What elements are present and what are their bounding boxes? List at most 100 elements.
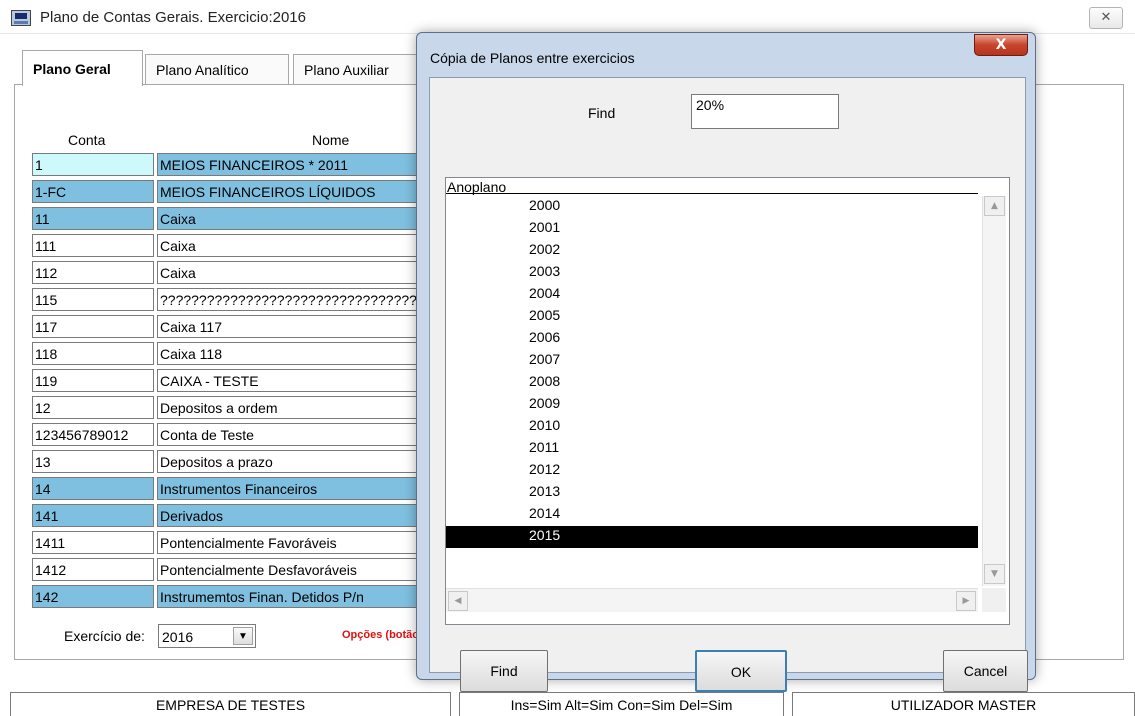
cell-nome[interactable]: MEIOS FINANCEIROS LÍQUIDOS bbox=[157, 180, 422, 203]
find-button[interactable]: Find bbox=[460, 650, 548, 692]
cell-conta[interactable]: 112 bbox=[32, 261, 154, 284]
cell-nome[interactable]: CAIXA - TESTE bbox=[157, 369, 422, 392]
cell-nome[interactable]: Pontencialmente Favoráveis bbox=[157, 531, 422, 554]
find-label: Find bbox=[588, 105, 616, 121]
exercicio-label: Exercício de: bbox=[64, 628, 145, 644]
vertical-scrollbar[interactable]: ▲ ▼ bbox=[982, 196, 1006, 586]
status-user: UTILIZADOR MASTER bbox=[792, 692, 1135, 716]
list-item[interactable]: 2007 bbox=[446, 350, 978, 372]
cell-nome[interactable]: Caixa 118 bbox=[157, 342, 422, 365]
cell-nome[interactable]: Caixa bbox=[157, 234, 422, 257]
list-item[interactable]: 2000 bbox=[446, 196, 978, 218]
cell-conta[interactable]: 1412 bbox=[32, 558, 154, 581]
chevron-down-icon[interactable]: ▼ bbox=[233, 627, 253, 645]
tab-plano-analitico[interactable]: Plano Analítico bbox=[145, 54, 289, 84]
opcoes-hint: Opções (botão bbox=[342, 629, 420, 641]
main-titlebar: Plano de Contas Gerais. Exercicio:2016 ✕ bbox=[0, 0, 1135, 34]
main-close-button[interactable]: ✕ bbox=[1089, 7, 1123, 29]
cell-conta[interactable]: 118 bbox=[32, 342, 154, 365]
scroll-right-icon[interactable]: ▶ bbox=[956, 591, 976, 611]
cell-nome[interactable]: ????????????????????????????????????? bbox=[157, 288, 422, 311]
dialog-title: Cópia de Planos entre exercicios bbox=[430, 50, 635, 66]
horizontal-scrollbar[interactable]: ◀ ▶ bbox=[446, 588, 978, 612]
table-row[interactable]: 1 MEIOS FINANCEIROS * 2011 bbox=[32, 153, 422, 176]
list-item[interactable]: 2003 bbox=[446, 262, 978, 284]
table-row[interactable]: 13 Depositos a prazo bbox=[32, 450, 422, 473]
cell-conta[interactable]: 111 bbox=[32, 234, 154, 257]
cell-nome[interactable]: Derivados bbox=[157, 504, 422, 527]
ok-button[interactable]: OK bbox=[695, 650, 787, 692]
cell-nome[interactable]: Pontencialmente Desfavoráveis bbox=[157, 558, 422, 581]
table-row[interactable]: 111 Caixa bbox=[32, 234, 422, 257]
cell-nome[interactable]: Conta de Teste bbox=[157, 423, 422, 446]
cell-conta[interactable]: 119 bbox=[32, 369, 154, 392]
list-item[interactable]: 2002 bbox=[446, 240, 978, 262]
table-row[interactable]: 123456789012 Conta de Teste bbox=[32, 423, 422, 446]
exercicio-value: 2016 bbox=[162, 629, 194, 645]
column-header-conta[interactable]: Conta bbox=[68, 132, 105, 148]
list-item[interactable]: 2008 bbox=[446, 372, 978, 394]
cell-conta[interactable]: 117 bbox=[32, 315, 154, 338]
cell-conta[interactable]: 115 bbox=[32, 288, 154, 311]
cell-nome[interactable]: Depositos a prazo bbox=[157, 450, 422, 473]
cell-conta[interactable]: 11 bbox=[32, 207, 154, 230]
cancel-button[interactable]: Cancel bbox=[943, 650, 1028, 692]
cell-nome[interactable]: Caixa bbox=[157, 207, 422, 230]
dialog-close-button[interactable]: X bbox=[974, 34, 1028, 56]
cell-nome[interactable]: Instrumemtos Finan. Detidos P/n bbox=[157, 585, 422, 608]
list-item[interactable]: 2010 bbox=[446, 416, 978, 438]
cell-nome[interactable]: MEIOS FINANCEIROS * 2011 bbox=[157, 153, 422, 176]
tab-label: Plano Geral bbox=[33, 61, 111, 77]
status-empresa: EMPRESA DE TESTES bbox=[10, 692, 451, 716]
find-input[interactable]: 20% bbox=[691, 94, 839, 129]
scroll-up-icon[interactable]: ▲ bbox=[984, 196, 1005, 216]
cell-conta[interactable]: 12 bbox=[32, 396, 154, 419]
list-item[interactable]: 2014 bbox=[446, 504, 978, 526]
cell-conta[interactable]: 123456789012 bbox=[32, 423, 154, 446]
list-item[interactable]: 2005 bbox=[446, 306, 978, 328]
table-row[interactable]: 12 Depositos a ordem bbox=[32, 396, 422, 419]
cell-nome[interactable]: Instrumentos Financeiros bbox=[157, 477, 422, 500]
scroll-left-icon[interactable]: ◀ bbox=[448, 591, 468, 611]
cell-nome[interactable]: Caixa 117 bbox=[157, 315, 422, 338]
table-row[interactable]: 118 Caixa 118 bbox=[32, 342, 422, 365]
list-item[interactable]: 2001 bbox=[446, 218, 978, 240]
list-item[interactable]: 2009 bbox=[446, 394, 978, 416]
cell-conta[interactable]: 1411 bbox=[32, 531, 154, 554]
table-row[interactable]: 112 Caixa bbox=[32, 261, 422, 284]
tab-plano-auxiliar[interactable]: Plano Auxiliar bbox=[293, 54, 417, 84]
app-icon bbox=[11, 10, 31, 26]
table-row[interactable]: 1412 Pontencialmente Desfavoráveis bbox=[32, 558, 422, 581]
close-icon: X bbox=[995, 37, 1007, 53]
tab-plano-geral[interactable]: Plano Geral bbox=[22, 50, 143, 86]
table-row[interactable]: 1-FC MEIOS FINANCEIROS LÍQUIDOS bbox=[32, 180, 422, 203]
table-row[interactable]: 115????????????????????????????????????? bbox=[32, 288, 422, 311]
list-item[interactable]: 2012 bbox=[446, 460, 978, 482]
year-list-items: 2000 2001 2002 2003 2004 2005 2006 2007 2008 2009… bbox=[446, 196, 978, 548]
cell-conta[interactable]: 1-FC bbox=[32, 180, 154, 203]
list-item[interactable]: 2004 bbox=[446, 284, 978, 306]
scroll-corner bbox=[982, 588, 1006, 612]
tab-label: Plano Auxiliar bbox=[304, 62, 389, 78]
list-item[interactable]: 2013 bbox=[446, 482, 978, 504]
column-header-nome[interactable]: Nome bbox=[312, 132, 349, 148]
list-item[interactable]: 2006 bbox=[446, 328, 978, 350]
cell-conta[interactable]: 14 bbox=[32, 477, 154, 500]
cell-conta[interactable]: 142 bbox=[32, 585, 154, 608]
table-row[interactable]: 11 Caixa bbox=[32, 207, 422, 230]
table-row[interactable]: 117 Caixa 117 bbox=[32, 315, 422, 338]
cell-nome[interactable]: Caixa bbox=[157, 261, 422, 284]
list-item[interactable]: 2011 bbox=[446, 438, 978, 460]
table-row[interactable]: 14 Instrumentos Financeiros bbox=[32, 477, 422, 500]
list-item[interactable]: 2015 bbox=[446, 526, 978, 548]
table-row[interactable]: 1411 Pontencialmente Favoráveis bbox=[32, 531, 422, 554]
cell-conta[interactable]: 141 bbox=[32, 504, 154, 527]
scroll-down-icon[interactable]: ▼ bbox=[984, 564, 1005, 584]
table-row[interactable]: 119 CAIXA - TESTE bbox=[32, 369, 422, 392]
cell-conta[interactable]: 13 bbox=[32, 450, 154, 473]
table-row[interactable]: 142 Instrumemtos Finan. Detidos P/n bbox=[32, 585, 422, 608]
exercicio-select[interactable]: 2016 ▼ bbox=[158, 624, 256, 648]
table-row[interactable]: 141 Derivados bbox=[32, 504, 422, 527]
cell-nome[interactable]: Depositos a ordem bbox=[157, 396, 422, 419]
cell-conta[interactable]: 1 bbox=[32, 153, 154, 176]
